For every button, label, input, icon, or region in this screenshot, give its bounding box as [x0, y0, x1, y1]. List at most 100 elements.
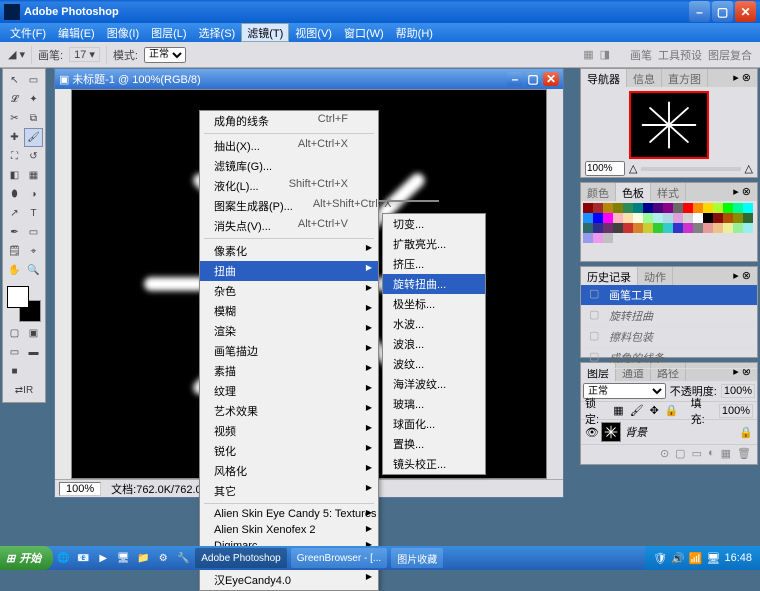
- menu-item[interactable]: 艺术效果: [200, 401, 378, 421]
- tray-icon[interactable]: 🛡: [653, 552, 667, 565]
- swatch[interactable]: [623, 213, 633, 223]
- swatch[interactable]: [603, 223, 613, 233]
- slice-tool[interactable]: ⧉: [24, 109, 43, 128]
- zoom-tool[interactable]: 🔍: [24, 261, 43, 280]
- history-item[interactable]: 成角的线条: [581, 348, 757, 369]
- swatch[interactable]: [663, 203, 673, 213]
- tray-icon[interactable]: 🖥: [707, 552, 721, 565]
- swatch[interactable]: [633, 213, 643, 223]
- tab-history[interactable]: 历史记录: [581, 267, 638, 285]
- lock-all-icon[interactable]: 🔒: [665, 404, 679, 417]
- swatch[interactable]: [613, 203, 623, 213]
- lock-trans-icon[interactable]: ▦: [613, 404, 623, 417]
- fill-value[interactable]: 100%: [719, 404, 753, 418]
- history-item[interactable]: 旋转扭曲: [581, 306, 757, 327]
- quickmask-off[interactable]: ▢: [5, 324, 24, 343]
- menu-item[interactable]: 渲染: [200, 321, 378, 341]
- swatch[interactable]: [643, 203, 653, 213]
- swatch[interactable]: [643, 213, 653, 223]
- tray-icon[interactable]: 📶: [689, 552, 703, 565]
- layer-thumbnail[interactable]: [601, 422, 621, 442]
- swatch[interactable]: [703, 223, 713, 233]
- stamp-tool[interactable]: ⛶: [5, 147, 24, 166]
- taskbar-item[interactable]: 图片收藏: [391, 548, 443, 568]
- menu-item[interactable]: 玻璃...: [383, 394, 485, 414]
- crop-tool[interactable]: ✂: [5, 109, 24, 128]
- menu-item[interactable]: 图案生成器(P)...Alt+Shift+Ctrl+X: [200, 196, 378, 216]
- menu-item[interactable]: 滤镜库(G)...: [200, 156, 378, 176]
- swatch[interactable]: [593, 213, 603, 223]
- swatch[interactable]: [733, 213, 743, 223]
- panel-menu-icon[interactable]: ▸ ⊗: [727, 69, 757, 87]
- heal-tool[interactable]: ✚: [5, 128, 24, 147]
- menu-item[interactable]: 锐化: [200, 441, 378, 461]
- menu-2[interactable]: 图像(I): [101, 23, 145, 42]
- eraser-tool[interactable]: ◧: [5, 166, 24, 185]
- swatch[interactable]: [603, 203, 613, 213]
- gradient-tool[interactable]: ▦: [24, 166, 43, 185]
- swatch[interactable]: [673, 203, 683, 213]
- menu-item[interactable]: 海洋波纹...: [383, 374, 485, 394]
- jump-to-ir[interactable]: ⇄IR: [5, 381, 43, 400]
- lasso-tool[interactable]: 𝓛: [5, 90, 24, 109]
- tab-styles[interactable]: 样式: [651, 183, 686, 201]
- layer-row[interactable]: 👁 背景 🔒: [581, 420, 757, 444]
- tab-info[interactable]: 信息: [627, 69, 662, 87]
- doc-minimize[interactable]: –: [507, 72, 523, 86]
- menu-item[interactable]: 其它: [200, 481, 378, 501]
- swatch[interactable]: [593, 223, 603, 233]
- panel-menu-icon[interactable]: ▸ ⊗: [727, 267, 757, 285]
- zoom-out-icon[interactable]: △: [629, 162, 637, 175]
- layer-new-icon[interactable]: ▦: [721, 447, 731, 462]
- swatch[interactable]: [623, 223, 633, 233]
- screenmode-1[interactable]: ▭: [5, 343, 24, 362]
- menu-item[interactable]: 视频: [200, 421, 378, 441]
- layer-trash-icon[interactable]: 🗑: [737, 447, 751, 462]
- swatch[interactable]: [713, 223, 723, 233]
- swatch[interactable]: [743, 213, 753, 223]
- swatch[interactable]: [693, 213, 703, 223]
- menu-item[interactable]: 波浪...: [383, 334, 485, 354]
- lock-move-icon[interactable]: ✥: [650, 404, 659, 417]
- ql-icon[interactable]: 🖥: [114, 549, 132, 567]
- swatch[interactable]: [673, 213, 683, 223]
- menu-item[interactable]: 镜头校正...: [383, 454, 485, 474]
- taskbar-item[interactable]: GreenBrowser - [...: [291, 548, 387, 568]
- ql-icon[interactable]: 🌐: [54, 549, 72, 567]
- menu-item[interactable]: 风格化: [200, 461, 378, 481]
- menu-item[interactable]: 极坐标...: [383, 294, 485, 314]
- menu-item[interactable]: 球面化...: [383, 414, 485, 434]
- menu-item[interactable]: 纹理: [200, 381, 378, 401]
- menu-item[interactable]: 波纹...: [383, 354, 485, 374]
- ql-icon[interactable]: 📧: [74, 549, 92, 567]
- menu-item[interactable]: 模糊: [200, 301, 378, 321]
- opacity-value[interactable]: 100%: [721, 384, 755, 398]
- foreground-color-swatch[interactable]: [7, 286, 29, 308]
- menu-0[interactable]: 文件(F): [4, 23, 52, 42]
- swatch[interactable]: [663, 223, 673, 233]
- menu-item[interactable]: 旋转扭曲...: [383, 274, 485, 294]
- swatch[interactable]: [653, 223, 663, 233]
- layer-mask-icon[interactable]: ▢: [675, 447, 685, 462]
- swatch[interactable]: [603, 213, 613, 223]
- menu-8[interactable]: 帮助(H): [390, 23, 439, 42]
- toggle-palettes-icon[interactable]: ◨: [600, 48, 610, 61]
- menu-item[interactable]: 汉EyeCandy4.0: [200, 570, 378, 590]
- screenmode-3[interactable]: ■: [5, 362, 24, 381]
- swatch[interactable]: [583, 203, 593, 213]
- type-tool[interactable]: T: [24, 204, 43, 223]
- navigator-zoom-input[interactable]: [585, 161, 625, 176]
- swatch[interactable]: [723, 223, 733, 233]
- lock-paint-icon[interactable]: 🖌: [630, 404, 644, 417]
- swatch[interactable]: [623, 203, 633, 213]
- swatch[interactable]: [723, 213, 733, 223]
- eyedropper-tool[interactable]: ⌖: [24, 242, 43, 261]
- swatch[interactable]: [683, 223, 693, 233]
- swatch[interactable]: [683, 203, 693, 213]
- swatch[interactable]: [633, 203, 643, 213]
- visibility-icon[interactable]: 👁: [585, 426, 597, 439]
- swatch[interactable]: [653, 203, 663, 213]
- brush-preview-icon[interactable]: ◢ ▾: [8, 48, 25, 61]
- clock[interactable]: 16:48: [724, 552, 752, 564]
- taskbar-item[interactable]: Adobe Photoshop: [195, 548, 287, 568]
